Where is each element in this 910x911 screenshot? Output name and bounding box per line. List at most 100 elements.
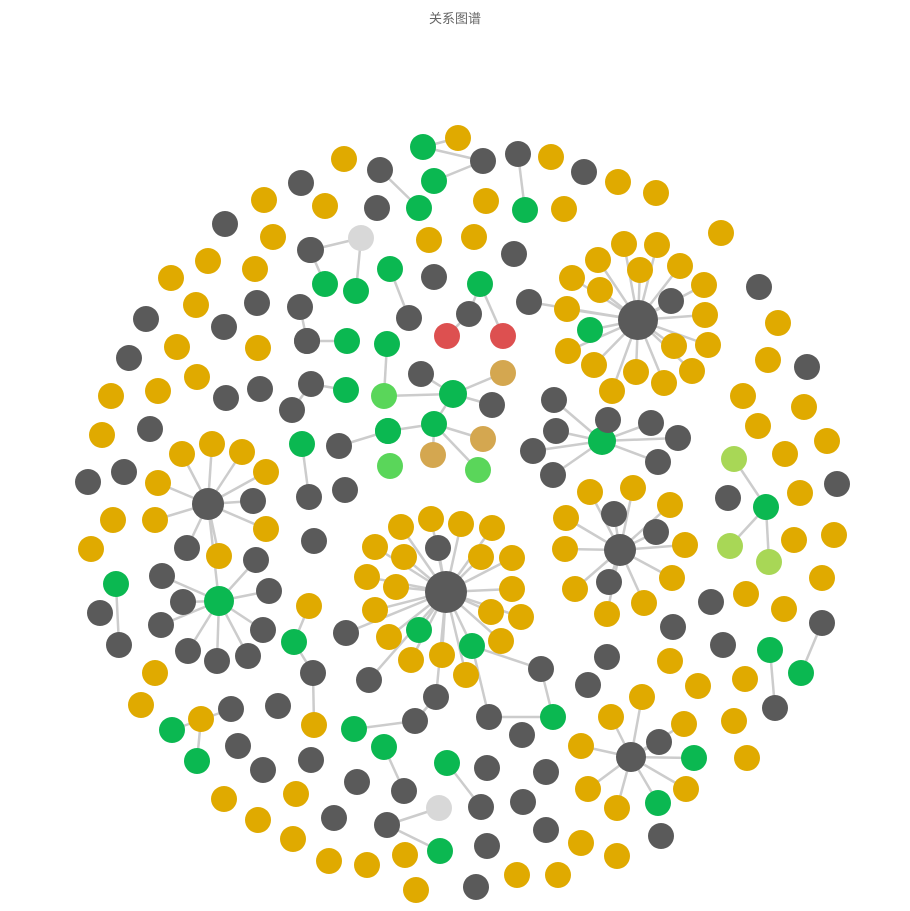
- graph-node-yellow[interactable]: [508, 604, 534, 630]
- graph-node-gray[interactable]: [474, 833, 500, 859]
- graph-node-yellow[interactable]: [354, 564, 380, 590]
- graph-node-gray[interactable]: [149, 563, 175, 589]
- graph-node-gray[interactable]: [423, 684, 449, 710]
- graph-node-gray[interactable]: [425, 535, 451, 561]
- graph-node-gray[interactable]: [638, 410, 664, 436]
- graph-node-yellow[interactable]: [577, 479, 603, 505]
- graph-node-gray[interactable]: [665, 425, 691, 451]
- graph-node-gray[interactable]: [396, 305, 422, 331]
- graph-node-green[interactable]: [406, 195, 432, 221]
- graph-node-yellow[interactable]: [545, 862, 571, 888]
- graph-node-gray[interactable]: [575, 672, 601, 698]
- graph-node-gray[interactable]: [543, 418, 569, 444]
- graph-node-gray[interactable]: [321, 805, 347, 831]
- graph-node-yellow[interactable]: [809, 565, 835, 591]
- graph-node-green[interactable]: [334, 328, 360, 354]
- graph-node-yellow[interactable]: [755, 347, 781, 373]
- graph-node-yellow[interactable]: [504, 862, 530, 888]
- graph-node-gray[interactable]: [247, 376, 273, 402]
- graph-node-lightgreen[interactable]: [371, 383, 397, 409]
- graph-node-yellow[interactable]: [781, 527, 807, 553]
- graph-node-gray[interactable]: [294, 328, 320, 354]
- graph-node-gray[interactable]: [425, 571, 467, 613]
- graph-node-gray[interactable]: [646, 729, 672, 755]
- graph-node-yellow[interactable]: [416, 227, 442, 253]
- graph-node-yellow[interactable]: [78, 536, 104, 562]
- graph-node-gray[interactable]: [287, 294, 313, 320]
- graph-node-yellow[interactable]: [651, 370, 677, 396]
- graph-node-yellow[interactable]: [673, 776, 699, 802]
- graph-node-yellow[interactable]: [581, 352, 607, 378]
- graph-node-green[interactable]: [753, 494, 779, 520]
- graph-node-gray[interactable]: [256, 578, 282, 604]
- graph-node-gray[interactable]: [106, 632, 132, 658]
- graph-node-gray[interactable]: [408, 361, 434, 387]
- graph-node-gray[interactable]: [213, 385, 239, 411]
- graph-node-yellow[interactable]: [732, 666, 758, 692]
- graph-node-gray[interactable]: [326, 433, 352, 459]
- graph-node-gray[interactable]: [265, 693, 291, 719]
- graph-node-yellow[interactable]: [164, 334, 190, 360]
- graph-node-gray[interactable]: [192, 488, 224, 520]
- graph-node-tan[interactable]: [420, 442, 446, 468]
- graph-node-yellow[interactable]: [145, 470, 171, 496]
- graph-node-gray[interactable]: [297, 237, 323, 263]
- graph-node-lime[interactable]: [717, 533, 743, 559]
- graph-node-gray[interactable]: [520, 438, 546, 464]
- graph-node-yellow[interactable]: [765, 310, 791, 336]
- graph-node-yellow[interactable]: [145, 378, 171, 404]
- graph-node-gray[interactable]: [87, 600, 113, 626]
- graph-node-gray[interactable]: [645, 449, 671, 475]
- graph-node-yellow[interactable]: [195, 248, 221, 274]
- graph-node-green[interactable]: [434, 750, 460, 776]
- graph-node-gray[interactable]: [762, 695, 788, 721]
- graph-node-gray[interactable]: [211, 314, 237, 340]
- graph-node-gray[interactable]: [509, 722, 535, 748]
- graph-node-yellow[interactable]: [734, 745, 760, 771]
- graph-node-yellow[interactable]: [657, 648, 683, 674]
- graph-node-gray[interactable]: [225, 733, 251, 759]
- graph-node-yellow[interactable]: [184, 364, 210, 390]
- graph-node-gray[interactable]: [148, 612, 174, 638]
- graph-node-yellow[interactable]: [392, 842, 418, 868]
- graph-node-green[interactable]: [410, 134, 436, 160]
- graph-node-yellow[interactable]: [721, 708, 747, 734]
- graph-node-gray[interactable]: [456, 301, 482, 327]
- graph-node-gray[interactable]: [746, 274, 772, 300]
- graph-node-yellow[interactable]: [692, 302, 718, 328]
- graph-node-green[interactable]: [577, 317, 603, 343]
- graph-node-yellow[interactable]: [667, 253, 693, 279]
- graph-node-yellow[interactable]: [468, 544, 494, 570]
- graph-node-yellow[interactable]: [554, 296, 580, 322]
- graph-node-green[interactable]: [281, 629, 307, 655]
- graph-node-green[interactable]: [439, 380, 467, 408]
- graph-node-yellow[interactable]: [745, 413, 771, 439]
- graph-node-green[interactable]: [467, 271, 493, 297]
- graph-node-gray[interactable]: [332, 477, 358, 503]
- graph-node-yellow[interactable]: [331, 146, 357, 172]
- graph-node-gray[interactable]: [204, 648, 230, 674]
- graph-node-yellow[interactable]: [623, 359, 649, 385]
- graph-node-yellow[interactable]: [599, 378, 625, 404]
- graph-node-gray[interactable]: [364, 195, 390, 221]
- graph-node-yellow[interactable]: [479, 515, 505, 541]
- graph-node-gray[interactable]: [391, 778, 417, 804]
- graph-node-yellow[interactable]: [242, 256, 268, 282]
- graph-node-green[interactable]: [645, 790, 671, 816]
- graph-node-gray[interactable]: [698, 589, 724, 615]
- graph-node-yellow[interactable]: [587, 277, 613, 303]
- graph-node-green[interactable]: [289, 431, 315, 457]
- graph-node-yellow[interactable]: [354, 852, 380, 878]
- graph-node-yellow[interactable]: [814, 428, 840, 454]
- graph-node-gray[interactable]: [596, 569, 622, 595]
- graph-node-gray[interactable]: [470, 148, 496, 174]
- graph-node-yellow[interactable]: [605, 169, 631, 195]
- graph-node-green[interactable]: [333, 377, 359, 403]
- graph-node-yellow[interactable]: [685, 673, 711, 699]
- graph-node-gray[interactable]: [516, 289, 542, 315]
- graph-node-green[interactable]: [788, 660, 814, 686]
- graph-node-yellow[interactable]: [260, 224, 286, 250]
- graph-node-yellow[interactable]: [478, 599, 504, 625]
- graph-node-gray[interactable]: [116, 345, 142, 371]
- graph-node-yellow[interactable]: [253, 459, 279, 485]
